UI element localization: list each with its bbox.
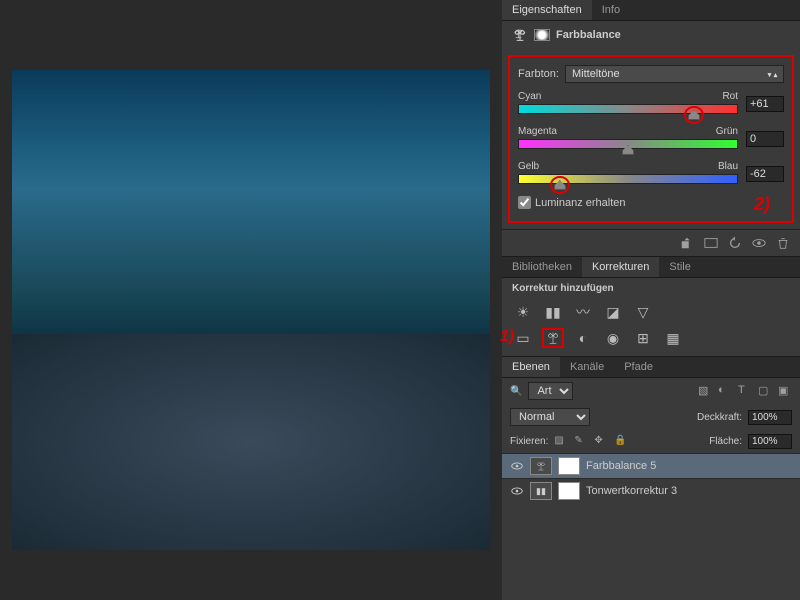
preserve-luminosity-checkbox[interactable] <box>518 196 531 209</box>
layer-filter-select[interactable]: Art <box>528 382 573 400</box>
value-cr[interactable]: +61 <box>746 96 784 112</box>
opacity-input[interactable] <box>748 410 792 425</box>
properties-tab-bar: Eigenschaften Info <box>502 0 800 21</box>
tone-label: Farbton: <box>518 68 559 80</box>
view-previous-icon[interactable] <box>704 236 718 250</box>
levels-icon[interactable]: ▮▮ <box>542 302 564 322</box>
tab-adjustments[interactable]: Korrekturen <box>582 257 659 277</box>
filter-pixel-icon[interactable]: ▧ <box>698 384 712 398</box>
eye-icon[interactable] <box>510 484 524 498</box>
label-red: Rot <box>722 91 738 102</box>
layers-tab-bar: Ebenen Kanäle Pfade <box>502 357 800 378</box>
lock-transparency-icon[interactable]: ▨ <box>554 435 568 449</box>
scales-icon <box>512 27 528 43</box>
curves-icon[interactable]: 〰 <box>572 302 594 322</box>
layer-adj-icon <box>530 457 552 475</box>
trash-icon[interactable] <box>776 236 790 250</box>
eye-icon[interactable] <box>510 459 524 473</box>
fill-input[interactable] <box>748 434 792 449</box>
tab-info[interactable]: Info <box>592 0 630 20</box>
right-sidebar: Eigenschaften Info Farbbalance Farbton: … <box>502 0 800 600</box>
opacity-label: Deckkraft: <box>697 412 742 423</box>
reset-icon[interactable] <box>728 236 742 250</box>
clip-to-layer-icon[interactable] <box>680 236 694 250</box>
value-mg[interactable]: 0 <box>746 131 784 147</box>
layer-name[interactable]: Tonwertkorrektur 3 <box>586 485 677 497</box>
label-yellow: Gelb <box>518 161 539 172</box>
color-balance-panel: Farbton: Mitteltöne Cyan Rot +61 <box>508 55 794 223</box>
layer-mask-thumb[interactable] <box>558 482 580 500</box>
label-green: Grün <box>716 126 738 137</box>
label-cyan: Cyan <box>518 91 541 102</box>
hue-sat-icon[interactable]: ▭ <box>512 328 534 348</box>
tone-dropdown[interactable]: Mitteltöne <box>565 65 784 83</box>
vibrance-icon[interactable]: ▽ <box>632 302 654 322</box>
layer-item[interactable]: Farbbalance 5 <box>502 453 800 478</box>
slider-yellow-blue: Gelb Blau -62 <box>518 161 784 186</box>
add-adjustment-label: Korrektur hinzufügen <box>512 283 614 294</box>
brightness-icon[interactable]: ☀ <box>512 302 534 322</box>
annotation-2: 2) <box>754 194 770 215</box>
slider-mg-track[interactable] <box>518 139 738 149</box>
panel-title: Farbbalance <box>556 29 621 41</box>
tab-styles[interactable]: Stile <box>659 257 700 277</box>
layer-item[interactable]: ▮▮ Tonwertkorrektur 3 <box>502 478 800 503</box>
exposure-icon[interactable]: ◪ <box>602 302 624 322</box>
tab-layers[interactable]: Ebenen <box>502 357 560 377</box>
preserve-luminosity-label: Luminanz erhalten <box>535 197 626 209</box>
color-lookup-icon[interactable]: ▦ <box>662 328 684 348</box>
slider-yb-track[interactable] <box>518 174 738 184</box>
slider-magenta-green: Magenta Grün 0 <box>518 126 784 151</box>
document-photo[interactable] <box>12 70 490 550</box>
photo-filter-icon[interactable]: ◉ <box>602 328 624 348</box>
lock-label: Fixieren: <box>510 436 548 447</box>
label-magenta: Magenta <box>518 126 557 137</box>
tab-properties[interactable]: Eigenschaften <box>502 0 592 20</box>
annotation-1: 1) <box>500 328 514 346</box>
adjustments-tab-bar: Bibliotheken Korrekturen Stile <box>502 257 800 278</box>
mask-thumbnail-icon[interactable] <box>534 29 550 41</box>
filter-shape-icon[interactable]: ▢ <box>758 384 772 398</box>
lock-pixels-icon[interactable]: ✎ <box>574 435 588 449</box>
lock-position-icon[interactable]: ✥ <box>594 435 608 449</box>
layer-list: Farbbalance 5 ▮▮ Tonwertkorrektur 3 <box>502 453 800 503</box>
color-balance-icon[interactable] <box>542 328 564 348</box>
canvas-area <box>0 0 502 600</box>
layer-mask-thumb[interactable] <box>558 457 580 475</box>
filter-smart-icon[interactable]: ▣ <box>778 384 792 398</box>
label-blue: Blau <box>718 161 738 172</box>
slider-cyan-red: Cyan Rot +61 <box>518 91 784 116</box>
channel-mixer-icon[interactable]: ⊞ <box>632 328 654 348</box>
filter-adjust-icon[interactable]: ◐ <box>718 384 732 398</box>
value-yb[interactable]: -62 <box>746 166 784 182</box>
layer-adj-icon: ▮▮ <box>530 482 552 500</box>
layer-name[interactable]: Farbbalance 5 <box>586 460 656 472</box>
tab-libraries[interactable]: Bibliotheken <box>502 257 582 277</box>
bw-icon[interactable]: ◐ <box>572 328 594 348</box>
tab-paths[interactable]: Pfade <box>614 357 663 377</box>
slider-cr-track[interactable] <box>518 104 738 114</box>
eye-icon[interactable] <box>752 236 766 250</box>
adjustments-grid: 1) ☀ ▮▮ 〰 ◪ ▽ ▭ ◐ ◉ ⊞ ▦ <box>502 298 800 356</box>
blend-mode-select[interactable]: Normal <box>510 408 590 426</box>
fill-label: Fläche: <box>709 436 742 447</box>
filter-type-icon[interactable]: T <box>738 384 752 398</box>
tab-channels[interactable]: Kanäle <box>560 357 614 377</box>
lock-all-icon[interactable]: 🔒 <box>614 435 628 449</box>
properties-footer <box>502 229 800 256</box>
properties-header: Farbbalance <box>502 21 800 49</box>
